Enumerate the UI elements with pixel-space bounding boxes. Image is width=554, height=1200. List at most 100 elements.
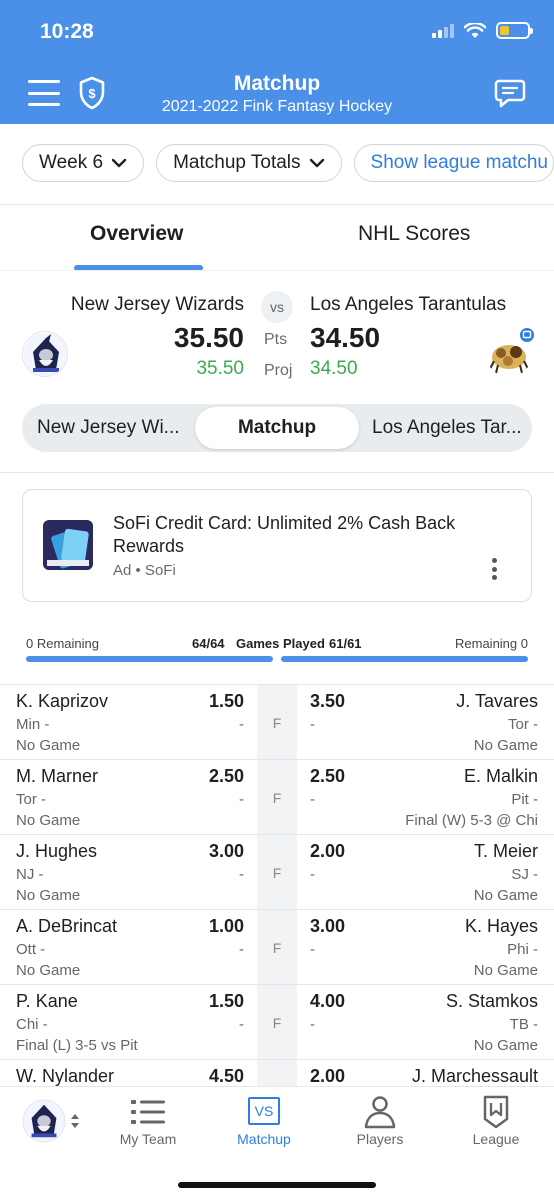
show-league-matchups-button[interactable]: Show league matchu xyxy=(353,144,554,182)
chevron-down-icon xyxy=(309,158,324,168)
home-team-name[interactable]: New Jersey Wizards xyxy=(71,294,244,316)
team-avatar-icon xyxy=(22,1099,66,1143)
home-player-detail: - xyxy=(239,941,244,958)
away-team-name[interactable]: Los Angeles Tarantulas xyxy=(310,294,506,316)
away-player-name[interactable]: K. Hayes xyxy=(465,916,538,937)
chevron-down-icon xyxy=(111,158,127,168)
away-player-team: SJ - xyxy=(511,866,538,883)
wifi-icon xyxy=(464,22,486,38)
home-player-game: No Game xyxy=(16,887,81,904)
away-player-team: Phi - xyxy=(507,941,538,958)
home-player-team: Ott - xyxy=(16,941,46,958)
shield-icon xyxy=(483,1095,509,1129)
away-player-name[interactable]: J. Tavares xyxy=(456,691,538,712)
home-remaining: 0 Remaining xyxy=(26,636,99,651)
divider xyxy=(0,472,554,473)
home-player-detail: - xyxy=(239,866,244,883)
divider xyxy=(0,204,554,205)
away-player-team: TB - xyxy=(509,1016,538,1033)
sofi-card-icon xyxy=(43,520,93,570)
home-player-team: Min - xyxy=(16,716,50,733)
home-games-progress-bar xyxy=(26,656,273,662)
away-player-points: 3.50 xyxy=(310,691,346,711)
game-status: F xyxy=(257,835,297,910)
away-player-name[interactable]: J. Marchessault xyxy=(412,1066,538,1086)
sponsored-ad-card[interactable]: SoFi Credit Card: Unlimited 2% Cash Back… xyxy=(22,489,532,602)
totals-dropdown[interactable]: Matchup Totals xyxy=(156,144,342,182)
tab-nhl-scores[interactable]: NHL Scores xyxy=(358,222,470,246)
ad-attribution: Ad • SoFi xyxy=(113,562,176,579)
away-player-name[interactable]: S. Stamkos xyxy=(446,991,538,1012)
team-segmented-control: New Jersey Wi... Matchup Los Angeles Tar… xyxy=(22,404,532,452)
divider xyxy=(0,270,554,271)
away-player-points: 4.00 xyxy=(310,991,346,1011)
person-icon xyxy=(364,1096,396,1129)
page-title: Matchup xyxy=(233,72,321,95)
league-name: 2021-2022 Fink Fantasy Hockey xyxy=(161,98,393,115)
roster-row[interactable]: F A. DeBrincat 1.00 Ott - - No Game 3.00… xyxy=(0,909,554,985)
away-projected-score: 34.50 xyxy=(310,358,358,379)
roster-row[interactable]: F M. Marner 2.50 Tor - - No Game 2.50 E.… xyxy=(0,759,554,835)
home-player-name[interactable]: K. Kaprizov xyxy=(16,691,108,712)
games-played-label: Games Played xyxy=(236,636,325,651)
nav-my-team-label: My Team xyxy=(119,1131,177,1147)
home-team-avatar[interactable] xyxy=(22,331,68,377)
nav-matchup-label: Matchup xyxy=(237,1131,291,1147)
away-player-detail: - xyxy=(310,716,315,733)
home-games-played: 64/64 xyxy=(192,636,225,651)
pts-label: Pts xyxy=(264,331,288,348)
vs-badge: vs xyxy=(261,291,293,323)
status-icons xyxy=(432,22,533,39)
away-player-detail: - xyxy=(310,866,315,883)
segment-away-team[interactable]: Los Angeles Tar... xyxy=(372,404,522,452)
away-player-name[interactable]: T. Meier xyxy=(474,841,538,862)
away-games-progress-bar xyxy=(281,656,528,662)
nav-players-label: Players xyxy=(356,1131,404,1147)
home-player-detail: - xyxy=(239,716,244,733)
home-indicator xyxy=(178,1182,376,1188)
ad-title[interactable]: SoFi Credit Card: Unlimited 2% Cash Back… xyxy=(113,512,483,558)
home-player-points: 2.50 xyxy=(208,766,244,786)
notification-badge-icon xyxy=(518,326,536,344)
week-label: Week 6 xyxy=(39,152,104,173)
away-player-team: Tor - xyxy=(508,716,538,733)
chat-icon[interactable] xyxy=(494,78,526,108)
away-player-points: 2.00 xyxy=(310,1066,346,1086)
home-player-name[interactable]: A. DeBrincat xyxy=(16,916,117,937)
week-dropdown[interactable]: Week 6 xyxy=(22,144,145,182)
home-player-name[interactable]: P. Kane xyxy=(16,991,78,1012)
away-remaining: Remaining 0 xyxy=(455,636,528,651)
home-player-team: Tor - xyxy=(16,791,46,808)
roster-row[interactable]: W. Nylander 4.50 2.00 J. Marchessault xyxy=(0,1059,554,1086)
roster-row[interactable]: F J. Hughes 3.00 NJ - - No Game 2.00 T. … xyxy=(0,834,554,910)
away-player-game: Final (W) 5-3 @ Chi xyxy=(405,812,538,829)
home-player-name[interactable]: W. Nylander xyxy=(16,1066,114,1086)
away-player-points: 3.00 xyxy=(310,916,346,936)
roster-row[interactable]: F P. Kane 1.50 Chi - - Final (L) 3-5 vs … xyxy=(0,984,554,1060)
tab-overview[interactable]: Overview xyxy=(90,222,183,246)
home-player-game: No Game xyxy=(16,812,81,829)
home-player-points: 1.50 xyxy=(208,991,244,1011)
away-player-game: No Game xyxy=(473,1037,538,1054)
game-status: F xyxy=(257,685,297,760)
roster-row[interactable]: F K. Kaprizov 1.50 Min - - No Game 3.50 … xyxy=(0,684,554,760)
totals-label: Matchup Totals xyxy=(173,152,301,173)
home-player-name[interactable]: J. Hughes xyxy=(16,841,97,862)
game-status: F xyxy=(257,985,297,1060)
cellular-signal-icon xyxy=(432,23,454,38)
away-player-game: No Game xyxy=(473,962,538,979)
nav-league-label: League xyxy=(472,1131,520,1147)
home-player-game: No Game xyxy=(16,962,81,979)
game-status xyxy=(257,1060,297,1086)
away-player-name[interactable]: E. Malkin xyxy=(464,766,538,787)
away-player-game: No Game xyxy=(473,887,538,904)
away-player-team: Pit - xyxy=(511,791,538,808)
list-icon xyxy=(131,1100,165,1124)
away-player-game: No Game xyxy=(473,737,538,754)
home-player-team: Chi - xyxy=(16,1016,48,1033)
more-options-icon[interactable] xyxy=(492,558,498,580)
home-player-name[interactable]: M. Marner xyxy=(16,766,98,787)
away-player-detail: - xyxy=(310,941,315,958)
segment-matchup[interactable]: Matchup xyxy=(195,404,359,452)
segment-home-team[interactable]: New Jersey Wi... xyxy=(37,404,180,452)
